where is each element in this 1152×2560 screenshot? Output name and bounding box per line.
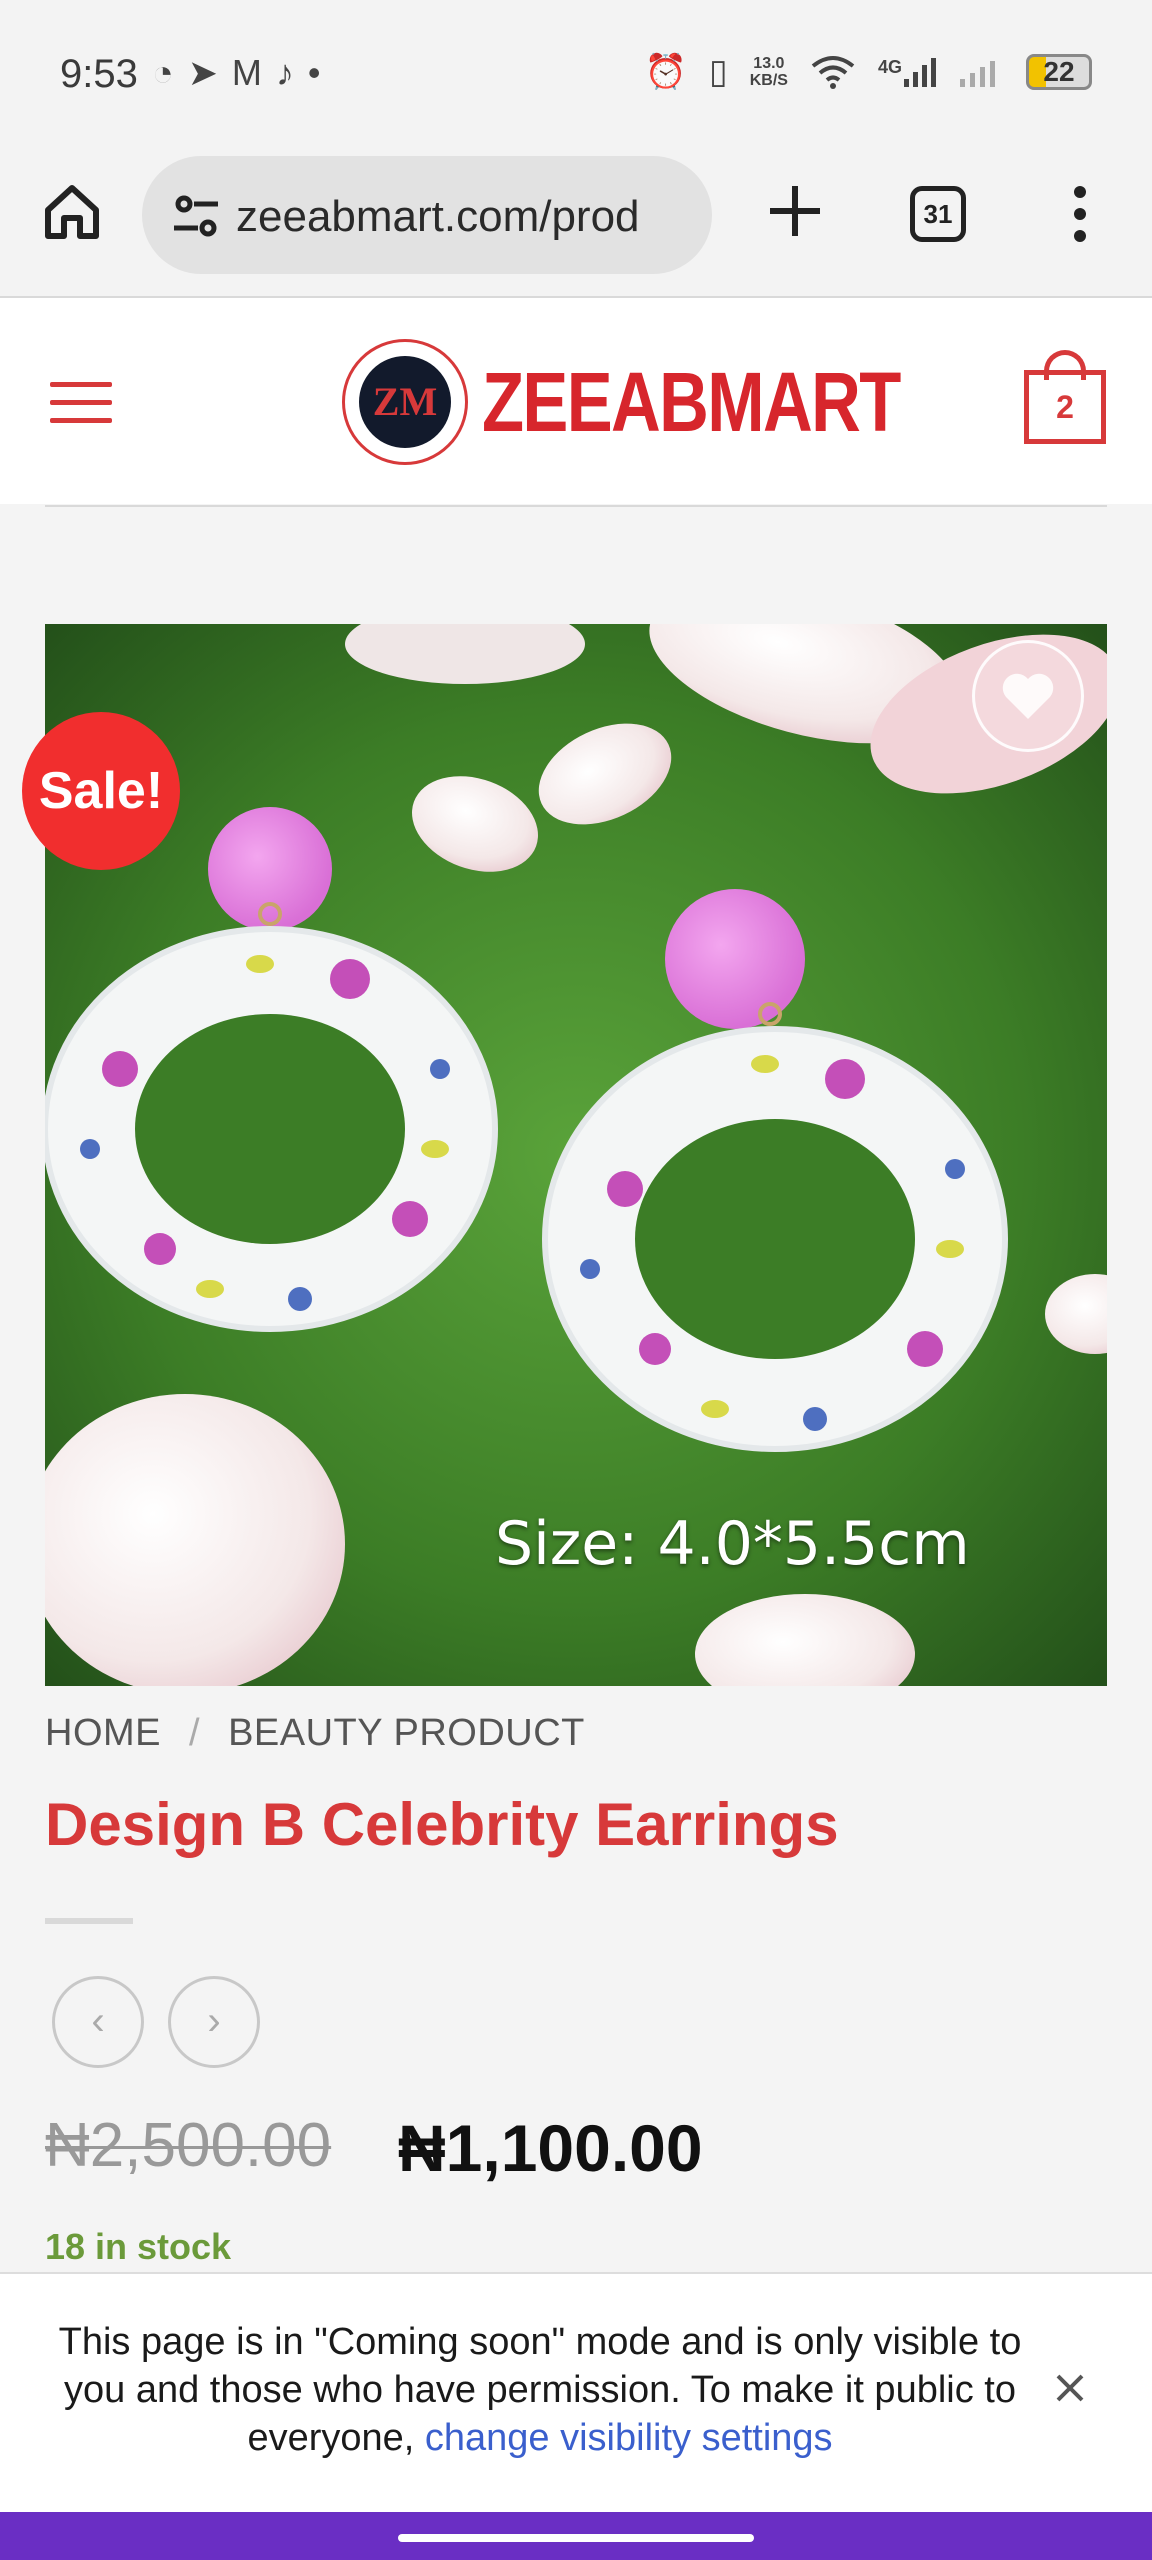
signal-icon — [904, 58, 936, 87]
status-time: 9:53 — [60, 52, 138, 96]
product-image[interactable]: Size: 4.0*5.5cm — [45, 624, 1107, 1686]
breadcrumb-home[interactable]: HOME — [45, 1712, 161, 1755]
stock-status: 18 in stock — [45, 2226, 232, 2267]
next-product-button[interactable]: › — [168, 1976, 260, 2068]
chevron-left-icon: ‹ — [91, 1999, 105, 2043]
vibrate-icon: ▯ — [709, 53, 728, 91]
notification-icons: ◔ ➤ M ♪ • — [152, 52, 321, 94]
wifi-icon — [811, 56, 855, 89]
product-title: Design B Celebrity Earrings — [45, 1791, 839, 1858]
more-options-icon[interactable] — [1058, 184, 1102, 244]
net-speed-unit: KB/S — [749, 72, 788, 89]
breadcrumb-category[interactable]: BEAUTY PRODUCT — [228, 1712, 585, 1755]
net-speed-value: 13.0 — [753, 55, 785, 72]
tab-switcher-button[interactable]: 31 — [910, 186, 966, 242]
cart-button[interactable]: 2 — [1024, 350, 1106, 444]
sale-badge: Sale! — [22, 712, 180, 870]
telegram-icon: ➤ — [187, 52, 218, 93]
browser-toolbar: zeeabmart.com/prod 31 — [0, 150, 1152, 298]
network-type: 4G — [877, 57, 902, 77]
heart-icon — [1002, 673, 1054, 719]
header-divider — [45, 505, 1107, 507]
status-bar: 9:53 ◔ ➤ M ♪ • ⏰ ▯ 13.0 KB/S 4G 22 — [0, 0, 1152, 150]
logo-badge: ZM — [342, 339, 468, 465]
coming-soon-notice: This page is in "Coming soon" mode and i… — [0, 2272, 1152, 2512]
notice-message: This page is in "Coming soon" mode and i… — [40, 2318, 1040, 2462]
home-icon[interactable] — [40, 180, 104, 244]
menu-icon[interactable] — [50, 382, 112, 424]
cart-count: 2 — [1024, 370, 1106, 444]
battery-icon: 22 — [1026, 54, 1092, 90]
alarm-icon: ⏰ — [644, 53, 688, 91]
breadcrumb: HOME / BEAUTY PRODUCT — [45, 1712, 585, 1755]
dot-icon: • — [307, 52, 321, 93]
sale-price: ₦1,100.00 — [398, 2111, 703, 2185]
wishlist-button[interactable] — [972, 640, 1084, 752]
visibility-settings-link[interactable]: change visibility settings — [425, 2417, 833, 2459]
signal-4g: 4G — [878, 57, 938, 87]
url-text[interactable]: zeeabmart.com/prod — [236, 192, 696, 242]
signal-icon-sim2 — [960, 61, 995, 87]
whatsapp-icon: ◔ — [152, 52, 174, 93]
chevron-right-icon: › — [207, 1999, 221, 2043]
tiktok-icon: ♪ — [275, 52, 294, 93]
logo-text: ZEEABMART — [482, 354, 901, 449]
site-logo[interactable]: ZM ZEEABMART — [342, 338, 991, 466]
old-price: ₦2,500.00 — [45, 2111, 332, 2180]
battery-level: 22 — [1043, 56, 1075, 87]
site-header: ZM ZEEABMART 2 — [0, 298, 1152, 504]
previous-product-button[interactable]: ‹ — [52, 1976, 144, 2068]
close-icon[interactable] — [1050, 2368, 1090, 2408]
gesture-handle[interactable] — [398, 2534, 754, 2542]
logo-monogram: ZM — [359, 356, 451, 448]
site-settings-icon[interactable] — [170, 190, 222, 242]
net-speed: 13.0 KB/S — [750, 55, 788, 89]
breadcrumb-separator: / — [189, 1712, 201, 1754]
gmail-icon: M — [231, 52, 262, 93]
title-divider — [45, 1918, 133, 1924]
image-caption: Size: 4.0*5.5cm — [495, 1509, 970, 1579]
system-icons: ⏰ ▯ 13.0 KB/S 4G 22 — [645, 52, 1092, 92]
new-tab-icon[interactable] — [760, 176, 830, 246]
address-bar[interactable]: zeeabmart.com/prod — [142, 156, 712, 274]
